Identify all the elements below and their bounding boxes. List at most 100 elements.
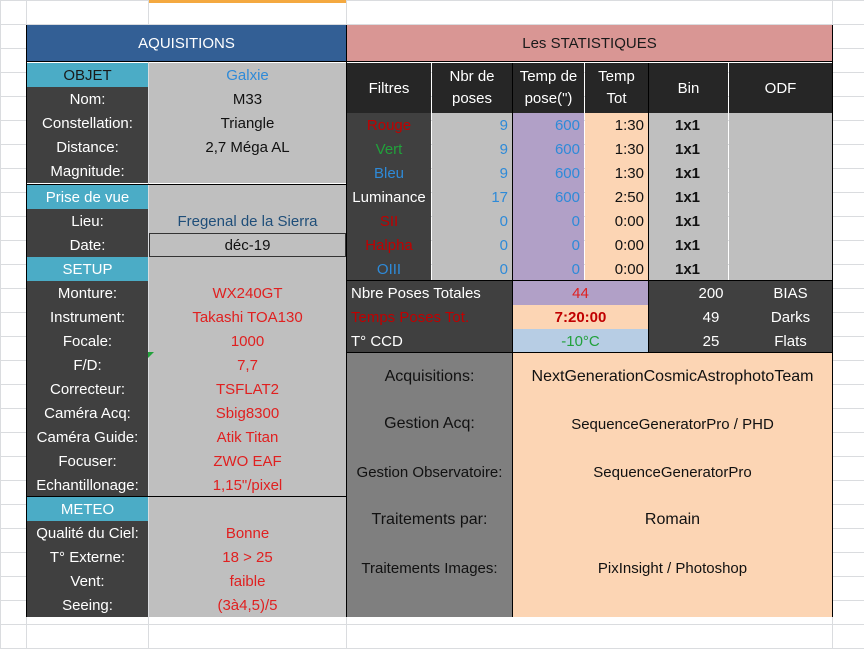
value-seeing[interactable]: (3à4,5)/5 bbox=[149, 593, 346, 617]
row-label-lieu: Lieu: bbox=[27, 209, 148, 233]
filter-poses[interactable]: 0 bbox=[432, 209, 512, 233]
value-date-selected-cell[interactable]: déc-19 bbox=[149, 233, 346, 257]
filter-total-time[interactable]: 0:00 bbox=[585, 257, 648, 281]
filter-bin[interactable]: 1x1 bbox=[649, 137, 728, 161]
filter-poses[interactable]: 0 bbox=[432, 233, 512, 257]
filter-odf[interactable] bbox=[729, 233, 832, 257]
filter-odf[interactable] bbox=[729, 161, 832, 185]
row-label-monture: Monture: bbox=[27, 281, 148, 305]
info-label-traitements-images: Traitements Images: bbox=[361, 559, 498, 577]
filter-odf[interactable] bbox=[729, 137, 832, 161]
filter-bin[interactable]: 1x1 bbox=[649, 233, 728, 257]
filter-odf[interactable] bbox=[729, 209, 832, 233]
filter-bin[interactable]: 1x1 bbox=[649, 185, 728, 209]
filter-total-time[interactable]: 0:00 bbox=[585, 209, 648, 233]
border-line bbox=[27, 184, 346, 185]
filter-pose-time[interactable]: 600 bbox=[513, 137, 584, 161]
value-correcteur[interactable]: TSFLAT2 bbox=[149, 377, 346, 401]
value-fd[interactable]: 7,7 bbox=[149, 353, 346, 377]
row-label-camera-guide: Caméra Guide: bbox=[27, 425, 148, 449]
value-instrument[interactable]: Takashi TOA130 bbox=[149, 305, 346, 329]
filter-poses[interactable]: 0 bbox=[432, 257, 512, 281]
info-value-gestion-acq[interactable]: SequenceGeneratorPro / PHD bbox=[513, 412, 832, 436]
meteo-section-label: METEO bbox=[27, 497, 148, 521]
value-t-externe[interactable]: 18 > 25 bbox=[149, 545, 346, 569]
row-label-focuser: Focuser: bbox=[27, 449, 148, 473]
filter-name: Rouge bbox=[347, 113, 431, 137]
value-camera-guide[interactable]: Atik Titan bbox=[149, 425, 346, 449]
filter-poses[interactable]: 9 bbox=[432, 113, 512, 137]
col-header-tot-line1: Temp bbox=[598, 68, 635, 85]
objet-value[interactable]: Galxie bbox=[149, 63, 346, 87]
row-label-date: Date: bbox=[27, 233, 148, 257]
value-focale[interactable]: 1000 bbox=[149, 329, 346, 353]
filter-bin[interactable]: 1x1 bbox=[649, 257, 728, 281]
value-distance[interactable]: 2,7 Méga AL bbox=[149, 135, 346, 159]
filter-odf[interactable] bbox=[729, 185, 832, 209]
info-label-gestion-observatoire: Gestion Observatoire: bbox=[356, 463, 503, 481]
flats-count[interactable]: 25 bbox=[649, 329, 749, 353]
meteo-value[interactable] bbox=[149, 497, 346, 521]
filter-total-time[interactable]: 1:30 bbox=[585, 161, 648, 185]
filter-poses[interactable]: 17 bbox=[432, 185, 512, 209]
value-camera-acq[interactable]: Sbig8300 bbox=[149, 401, 346, 425]
filter-odf[interactable] bbox=[729, 113, 832, 137]
prise-de-vue-value[interactable] bbox=[149, 185, 346, 209]
setup-value[interactable] bbox=[149, 257, 346, 281]
total-poses-value[interactable]: 44 bbox=[513, 281, 648, 305]
filter-pose-time[interactable]: 0 bbox=[513, 257, 584, 281]
value-vent[interactable]: faible bbox=[149, 569, 346, 593]
temps-poses-value[interactable]: 7:20:00 bbox=[513, 305, 648, 329]
filter-odf[interactable] bbox=[729, 257, 832, 281]
row-label-magnitude: Magnitude: bbox=[27, 159, 148, 183]
ccd-temp-label: T° CCD bbox=[347, 329, 512, 353]
border-line bbox=[27, 496, 346, 497]
value-qualite-ciel[interactable]: Bonne bbox=[149, 521, 346, 545]
statistiques-header: Les STATISTIQUES bbox=[347, 25, 832, 61]
border-line bbox=[347, 61, 832, 62]
filter-name: Luminance bbox=[347, 185, 431, 209]
filter-bin[interactable]: 1x1 bbox=[649, 161, 728, 185]
filter-total-time[interactable]: 2:50 bbox=[585, 185, 648, 209]
acquisitions-header: AQUISITIONS bbox=[27, 25, 346, 61]
value-lieu[interactable]: Fregenal de la Sierra bbox=[149, 209, 346, 233]
ccd-temp-value[interactable]: -10°C bbox=[513, 329, 648, 353]
filter-pose-time[interactable]: 600 bbox=[513, 161, 584, 185]
value-monture[interactable]: WX240GT bbox=[149, 281, 346, 305]
filter-pose-time[interactable]: 0 bbox=[513, 209, 584, 233]
col-header-odf: ODF bbox=[729, 63, 832, 113]
filter-total-time[interactable]: 1:30 bbox=[585, 137, 648, 161]
filter-name: Vert bbox=[347, 137, 431, 161]
value-magnitude[interactable] bbox=[149, 159, 346, 183]
value-nom[interactable]: M33 bbox=[149, 87, 346, 111]
border-line bbox=[648, 63, 649, 353]
comment-indicator-icon bbox=[148, 352, 154, 358]
filter-pose-time[interactable]: 600 bbox=[513, 113, 584, 137]
info-value-traitements-par[interactable]: Romain bbox=[513, 508, 832, 532]
col-header-nbr-poses: Nbr de poses bbox=[432, 63, 512, 113]
filter-poses[interactable]: 9 bbox=[432, 137, 512, 161]
filter-pose-time[interactable]: 0 bbox=[513, 233, 584, 257]
filter-bin[interactable]: 1x1 bbox=[649, 209, 728, 233]
filter-name: SII bbox=[347, 209, 431, 233]
filter-pose-time[interactable]: 600 bbox=[513, 185, 584, 209]
info-value-acquisitions[interactable]: NextGenerationCosmicAstrophotoTeam bbox=[513, 365, 832, 389]
filter-bin[interactable]: 1x1 bbox=[649, 113, 728, 137]
darks-count[interactable]: 49 bbox=[649, 305, 749, 329]
filter-poses[interactable]: 9 bbox=[432, 161, 512, 185]
prise-de-vue-section-label: Prise de vue bbox=[27, 185, 148, 209]
filter-total-time[interactable]: 1:30 bbox=[585, 113, 648, 137]
col-header-tot-line2: Tot bbox=[606, 90, 627, 107]
value-constellation[interactable]: Triangle bbox=[149, 111, 346, 135]
col-header-filtres: Filtres bbox=[347, 63, 431, 113]
value-echantillonage[interactable]: 1,15"/pixel bbox=[149, 473, 346, 497]
filter-total-time[interactable]: 0:00 bbox=[585, 233, 648, 257]
col-header-nbr-line1: Nbr de bbox=[449, 68, 495, 85]
bias-count[interactable]: 200 bbox=[649, 281, 749, 305]
info-value-gestion-observatoire[interactable]: SequenceGeneratorPro bbox=[513, 460, 832, 484]
info-value-traitements-images[interactable]: PixInsight / Photoshop bbox=[513, 556, 832, 580]
value-focuser[interactable]: ZWO EAF bbox=[149, 449, 346, 473]
border-line bbox=[26, 25, 27, 617]
row-label-qualite-ciel: Qualité du Ciel: bbox=[27, 521, 148, 545]
row-label-correcteur: Correcteur: bbox=[27, 377, 148, 401]
